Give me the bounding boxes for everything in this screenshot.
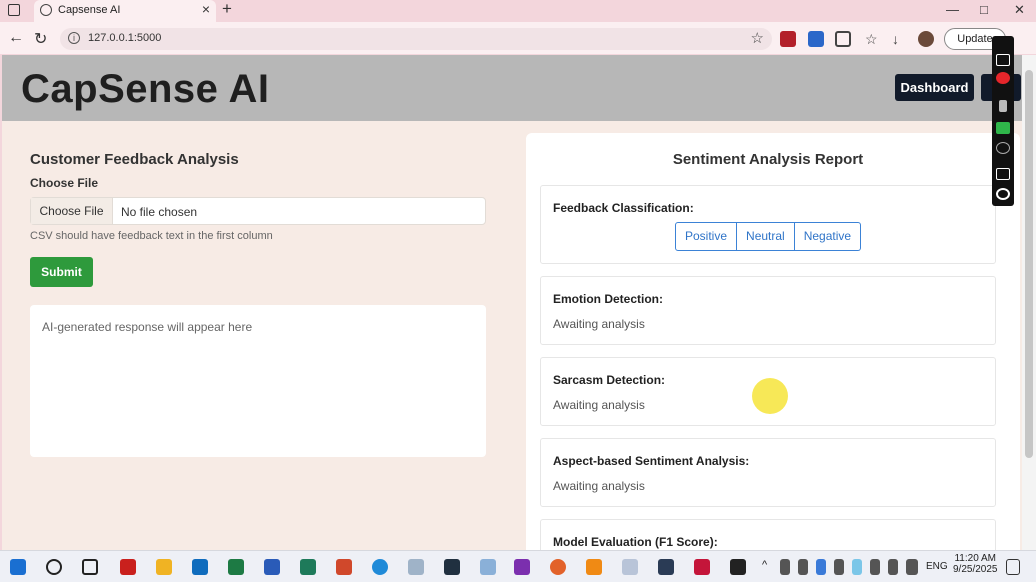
dashboard-button[interactable]: Dashboard	[895, 74, 974, 101]
positive-button[interactable]: Positive	[675, 222, 738, 251]
notifications-icon[interactable]	[1006, 559, 1020, 575]
file-input[interactable]: Choose File No file chosen	[30, 197, 486, 225]
aspect-heading: Aspect-based Sentiment Analysis:	[553, 454, 750, 468]
refresh-icon[interactable]: ↻	[34, 29, 47, 49]
tray-icon[interactable]	[780, 559, 790, 575]
language-indicator[interactable]: ENG	[926, 561, 948, 572]
classification-button-group: Positive Neutral Negative	[675, 222, 862, 251]
model-eval-heading: Model Evaluation (F1 Score):	[553, 535, 718, 549]
negative-button[interactable]: Negative	[794, 222, 862, 251]
favorites-icon[interactable]: ☆	[865, 31, 881, 47]
report-panel: Sentiment Analysis Report Feedback Class…	[526, 133, 1020, 550]
csv-hint: CSV should have feedback text in the fir…	[30, 230, 273, 242]
favorite-star-icon[interactable]: ☆	[751, 29, 764, 47]
tab-actions-icon[interactable]	[8, 4, 20, 16]
app-icon[interactable]	[694, 559, 710, 575]
system-clock[interactable]: 11:20 AM 9/25/2025	[953, 553, 998, 575]
browser-tab[interactable]: Capsense AI ×	[34, 0, 216, 22]
response-output: AI-generated response will appear here	[30, 305, 486, 457]
shield-extension-icon[interactable]	[780, 31, 796, 47]
window-icon[interactable]	[996, 168, 1010, 180]
file-label: Choose File	[30, 176, 99, 190]
powerpoint-icon[interactable]	[336, 559, 352, 575]
file-explorer-icon[interactable]	[156, 559, 172, 575]
file-status: No file chosen	[121, 205, 198, 219]
camera-icon[interactable]	[996, 54, 1010, 66]
cursor-highlight	[752, 378, 788, 414]
emotion-card: Emotion Detection: Awaiting analysis	[540, 276, 996, 345]
clock-date: 9/25/2025	[953, 564, 998, 575]
search-icon[interactable]	[46, 559, 62, 575]
classification-card: Feedback Classification: Positive Neutra…	[540, 185, 996, 264]
tray-chevron-icon[interactable]: ^	[762, 559, 772, 575]
new-tab-button[interactable]: +	[222, 0, 232, 19]
onenote-icon[interactable]	[514, 559, 530, 575]
word-icon[interactable]	[264, 559, 280, 575]
volume-icon[interactable]	[888, 559, 898, 575]
tray-icon[interactable]	[852, 559, 862, 575]
battery-icon[interactable]	[906, 559, 918, 575]
sarcasm-value: Awaiting analysis	[553, 398, 645, 412]
classification-heading: Feedback Classification:	[553, 201, 694, 215]
aspect-value: Awaiting analysis	[553, 479, 645, 493]
close-window-icon[interactable]: ✕	[1014, 2, 1025, 18]
windows-taskbar: ^	[0, 550, 1036, 582]
emotion-heading: Emotion Detection:	[553, 292, 663, 306]
task-view-icon[interactable]	[82, 559, 98, 575]
edge-browser-icon[interactable]	[372, 559, 388, 575]
close-tab-icon[interactable]: ×	[202, 1, 210, 17]
submit-button[interactable]: Submit	[30, 257, 93, 287]
profile-avatar[interactable]	[918, 31, 934, 47]
panel-title: Customer Feedback Analysis	[30, 151, 239, 168]
back-arrow-icon[interactable]: ←	[8, 29, 24, 47]
scrollbar-thumb[interactable]	[1025, 70, 1033, 458]
sarcasm-heading: Sarcasm Detection:	[553, 373, 666, 387]
aspect-card: Aspect-based Sentiment Analysis: Awaitin…	[540, 438, 996, 507]
tray-icon[interactable]	[834, 559, 844, 575]
globe-icon	[40, 4, 52, 16]
sticky-notes-icon[interactable]	[658, 559, 674, 575]
url-text[interactable]: 127.0.0.1:5000	[88, 32, 161, 44]
extension-badge-icon[interactable]	[808, 31, 824, 47]
recording-toolbar	[992, 36, 1014, 206]
minimize-icon[interactable]: —	[946, 2, 959, 17]
response-placeholder: AI-generated response will appear here	[42, 320, 253, 334]
address-bar[interactable]: i 127.0.0.1:5000 ☆	[60, 28, 772, 50]
pdf-app-icon[interactable]	[120, 559, 136, 575]
report-title: Sentiment Analysis Report	[672, 151, 864, 168]
record-icon[interactable]	[996, 72, 1010, 84]
brand-title: CapSense AI	[21, 67, 270, 111]
tab-title: Capsense AI	[58, 4, 121, 16]
gear-icon[interactable]	[996, 188, 1010, 200]
app-icon[interactable]	[444, 559, 460, 575]
outlook-icon[interactable]	[192, 559, 208, 575]
choose-file-button[interactable]: Choose File	[31, 198, 113, 224]
excel-icon[interactable]	[228, 559, 244, 575]
webcam-icon[interactable]	[996, 142, 1010, 154]
firefox-icon[interactable]	[550, 559, 566, 575]
emotion-value: Awaiting analysis	[553, 317, 645, 331]
app-icon[interactable]	[408, 559, 424, 575]
neutral-button[interactable]: Neutral	[737, 222, 795, 251]
microphone-icon[interactable]	[999, 100, 1007, 112]
extensions-puzzle-icon[interactable]	[835, 31, 851, 47]
model-eval-card: Model Evaluation (F1 Score):	[540, 519, 996, 550]
speaker-icon[interactable]	[996, 122, 1010, 134]
site-info-icon[interactable]: i	[68, 32, 80, 44]
tray-icon[interactable]	[816, 559, 826, 575]
wifi-icon[interactable]	[870, 559, 880, 575]
download-icon[interactable]: ↓	[892, 31, 908, 47]
app-icon[interactable]	[480, 559, 496, 575]
tray-icon[interactable]	[798, 559, 808, 575]
terminal-icon[interactable]	[730, 559, 746, 575]
clock-time: 11:20 AM	[954, 553, 996, 564]
vlc-icon[interactable]	[586, 559, 602, 575]
paint-icon[interactable]	[622, 559, 638, 575]
publisher-icon[interactable]	[300, 559, 316, 575]
maximize-icon[interactable]: □	[980, 2, 988, 17]
upload-panel: Customer Feedback Analysis Choose File C…	[14, 133, 502, 550]
windows-start-icon[interactable]	[10, 559, 26, 575]
page-viewport: CapSense AI Dashboard Customer Feedback …	[2, 55, 1022, 550]
